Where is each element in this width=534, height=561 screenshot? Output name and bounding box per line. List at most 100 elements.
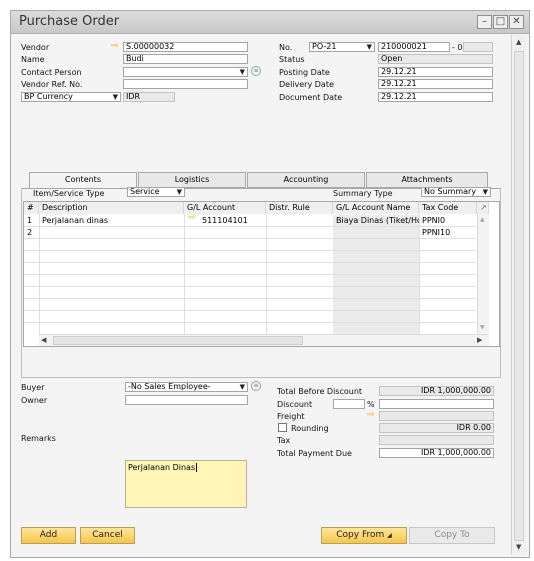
delivery-date-field[interactable]: 29.12.21 [378, 79, 493, 89]
scroll-thumb[interactable] [514, 51, 524, 541]
scroll-up-icon[interactable]: ▲ [480, 216, 485, 223]
column-header[interactable]: # [24, 202, 39, 214]
total-before-discount-label: Total Before Discount [277, 387, 363, 396]
row-number: 1 [27, 216, 33, 225]
remarks-textarea[interactable]: Perjalanan Dinas [125, 460, 247, 508]
scroll-left-icon[interactable]: ◀ [41, 336, 46, 344]
vendor-label: Vendor [21, 43, 50, 52]
remarks-label: Remarks [21, 434, 56, 443]
distr-rule-cell[interactable] [266, 215, 333, 226]
info-icon[interactable]: ≡ [251, 66, 261, 76]
window-title: Purchase Order [19, 14, 120, 29]
scroll-right-icon[interactable]: ▶ [477, 336, 482, 344]
dropdown-arrow-icon: ▼ [366, 43, 372, 51]
buyer-label: Buyer [21, 383, 45, 392]
no-series-select[interactable]: PO-21 ▼ [309, 42, 375, 52]
contact-person-label: Contact Person [21, 68, 82, 77]
tab-accounting[interactable]: Accounting [247, 172, 365, 188]
name-field[interactable]: Budi [123, 54, 248, 64]
column-header[interactable]: Tax Code [419, 202, 477, 214]
discount-amount-field[interactable] [379, 399, 494, 409]
gl-account-name-cell: Biaya Dinas (Tiket/Ho [336, 216, 419, 225]
minimize-icon[interactable]: – [477, 15, 492, 29]
discount-label: Discount [277, 400, 313, 409]
purchase-order-window: Purchase Order – □ ✕ Vendor ⇨ S.00000032… [10, 10, 530, 558]
doc-instance-field [463, 42, 493, 52]
dropdown-arrow-icon: ◢ [387, 532, 392, 539]
document-date-field[interactable]: 29.12.21 [378, 92, 493, 102]
dropdown-arrow-icon: ▼ [239, 68, 245, 76]
document-date-label: Document Date [279, 93, 343, 102]
delivery-date-label: Delivery Date [279, 80, 334, 89]
doc-number-suffix: - 0 [452, 43, 463, 52]
column-header[interactable]: G/L Account [184, 202, 266, 214]
total-before-discount-field: IDR 1,000,000.00 [379, 386, 494, 396]
freight-field [379, 411, 494, 421]
contact-person-select[interactable]: ▼ [123, 67, 248, 77]
copy-to-button: Copy To [409, 527, 495, 544]
column-header[interactable]: Description [39, 202, 184, 214]
bp-currency-select[interactable]: BP Currency ▼ [21, 92, 121, 102]
column-header[interactable]: Distr. Rule [266, 202, 333, 214]
dropdown-arrow-icon: ▼ [112, 93, 118, 101]
item-service-type-select[interactable]: Service ▼ [127, 187, 185, 197]
posting-date-label: Posting Date [279, 68, 330, 77]
link-arrow-icon[interactable]: ⇨ [111, 41, 119, 51]
vendor-ref-label: Vendor Ref. No. [21, 80, 83, 89]
info-icon[interactable]: ≡ [251, 381, 261, 391]
scroll-down-icon[interactable]: ▼ [480, 324, 485, 331]
link-arrow-icon[interactable]: ⇨ [188, 213, 196, 223]
buyer-select[interactable]: -No Sales Employee- ▼ [125, 382, 248, 392]
status-label: Status [279, 55, 305, 64]
row-number: 2 [27, 228, 33, 237]
dropdown-arrow-icon: ▼ [176, 188, 182, 196]
vendor-ref-field[interactable] [123, 79, 248, 89]
summary-type-select[interactable]: No Summary ▼ [421, 187, 491, 197]
posting-date-field[interactable]: 29.12.21 [378, 67, 493, 77]
cancel-button[interactable]: Cancel [80, 527, 135, 544]
gl-account-cell[interactable]: 511104101 [199, 215, 265, 226]
status-field: Open [378, 54, 493, 64]
line-items-table: # Description G/L Account Distr. Rule G/… [23, 201, 500, 347]
maximize-icon[interactable]: □ [493, 15, 508, 29]
dropdown-arrow-icon: ▼ [482, 188, 488, 196]
expand-table-icon[interactable]: ↗ [477, 202, 489, 214]
no-label: No. [279, 43, 293, 52]
tab-attachments[interactable]: Attachments [366, 172, 488, 188]
name-label: Name [21, 55, 45, 64]
table-horizontal-scrollbar[interactable]: ◀ ▶ [39, 334, 489, 346]
scroll-thumb[interactable] [53, 336, 303, 345]
rounding-checkbox[interactable] [278, 423, 287, 432]
rounding-field: IDR 0.00 [379, 423, 494, 433]
freight-label: Freight [277, 412, 305, 421]
bp-currency-field: IDR [123, 92, 175, 102]
window-vertical-scrollbar[interactable]: ▲ ▼ [511, 35, 526, 555]
tax-code-cell[interactable]: PPNI0 [419, 215, 477, 226]
table-vertical-scrollbar[interactable]: ▲ ▼ [477, 214, 489, 334]
description-cell[interactable] [39, 227, 184, 238]
summary-type-label: Summary Type [333, 189, 393, 198]
tax-label: Tax [277, 436, 291, 445]
scroll-up-icon[interactable]: ▲ [516, 38, 521, 46]
total-payment-due-label: Total Payment Due [277, 449, 352, 458]
tab-contents[interactable]: Contents [29, 172, 137, 189]
tab-logistics[interactable]: Logistics [138, 172, 246, 188]
tax-field [379, 435, 494, 445]
rounding-label: Rounding [291, 424, 329, 433]
doc-number-field[interactable]: 210000021 [378, 42, 450, 52]
tax-code-cell[interactable]: PPNI10 [419, 227, 477, 238]
close-icon[interactable]: ✕ [509, 15, 524, 29]
column-header[interactable]: G/L Account Name [333, 202, 419, 214]
vendor-field[interactable]: S.00000032 [123, 42, 248, 52]
description-cell[interactable]: Perjalanan dinas [39, 215, 184, 226]
owner-field[interactable] [125, 395, 248, 405]
dropdown-arrow-icon: ▼ [239, 383, 245, 391]
copy-from-button[interactable]: Copy From ◢ [321, 527, 407, 544]
scroll-down-icon[interactable]: ▼ [516, 543, 521, 551]
discount-percent-field[interactable] [333, 399, 365, 409]
percent-sign: % [367, 400, 375, 409]
link-arrow-icon[interactable]: ⇨ [367, 410, 375, 420]
title-bar: Purchase Order – □ ✕ [11, 11, 529, 34]
owner-label: Owner [21, 396, 48, 405]
add-button[interactable]: Add [21, 527, 76, 544]
